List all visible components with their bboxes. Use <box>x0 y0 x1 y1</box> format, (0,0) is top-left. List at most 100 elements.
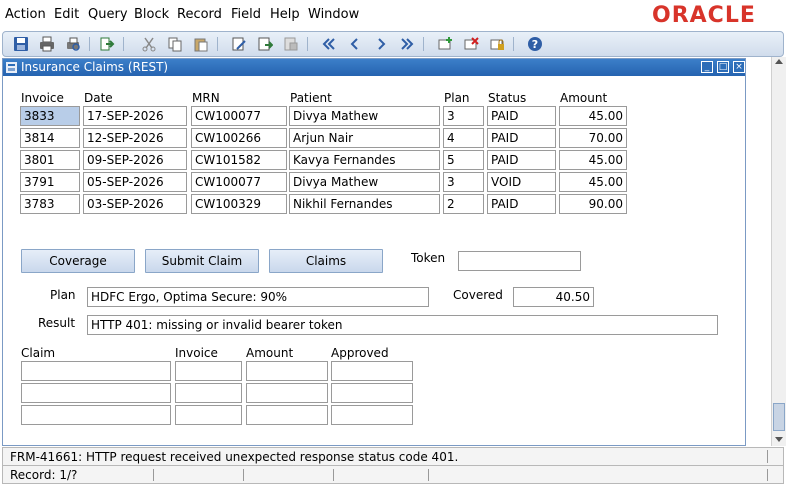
amount-cell[interactable]: 45.00 <box>559 150 627 170</box>
status-cell[interactable]: PAID <box>487 128 556 148</box>
result-field[interactable]: HTTP 401: missing or invalid bearer toke… <box>87 315 718 335</box>
claim-invoice-cell[interactable] <box>175 361 242 381</box>
header-mrn: MRN <box>192 91 220 105</box>
paste-icon[interactable] <box>193 36 209 52</box>
toolbar: ? <box>2 31 784 57</box>
header-claim: Claim <box>21 346 56 360</box>
patient-cell[interactable]: Nikhil Fernandes <box>289 194 440 214</box>
invoice-cell[interactable]: 3801 <box>20 150 80 170</box>
menu-block[interactable]: Block <box>134 7 169 22</box>
invoice-cell[interactable]: 3814 <box>20 128 80 148</box>
scroll-thumb[interactable] <box>773 403 785 431</box>
menu-bar: Action Edit Query Block Record Field Hel… <box>0 0 786 29</box>
minimize-icon[interactable]: _ <box>701 61 713 73</box>
patient-cell[interactable]: Divya Mathew <box>289 172 440 192</box>
token-field[interactable] <box>458 251 581 271</box>
status-cell[interactable]: PAID <box>487 150 556 170</box>
claim-cell[interactable] <box>21 383 171 403</box>
date-cell[interactable]: 17-SEP-2026 <box>83 106 187 126</box>
date-cell[interactable]: 12-SEP-2026 <box>83 128 187 148</box>
invoice-cell[interactable]: 3791 <box>20 172 80 192</box>
submit-claim-button[interactable]: Submit Claim <box>145 249 259 273</box>
lock-record-icon[interactable] <box>489 36 505 52</box>
previous-record-icon[interactable] <box>347 36 363 52</box>
plan-cell[interactable]: 3 <box>443 172 484 192</box>
date-cell[interactable]: 03-SEP-2026 <box>83 194 187 214</box>
menu-action[interactable]: Action <box>5 7 46 22</box>
next-record-icon[interactable] <box>373 36 389 52</box>
plan-cell[interactable]: 2 <box>443 194 484 214</box>
header-invoice: Invoice <box>21 91 64 105</box>
print-icon[interactable] <box>39 36 55 52</box>
maximize-icon[interactable]: □ <box>717 61 729 73</box>
help-icon[interactable]: ? <box>527 36 543 52</box>
mrn-cell[interactable]: CW100077 <box>191 172 287 192</box>
menu-edit[interactable]: Edit <box>54 7 79 22</box>
claims-button[interactable]: Claims <box>269 249 383 273</box>
last-record-icon[interactable] <box>399 36 415 52</box>
scroll-up-icon[interactable] <box>775 59 783 64</box>
close-icon[interactable]: × <box>733 61 745 73</box>
mrn-cell[interactable]: CW100329 <box>191 194 287 214</box>
menu-field[interactable]: Field <box>231 7 261 22</box>
insert-record-icon[interactable] <box>437 36 453 52</box>
scroll-down-icon[interactable] <box>775 437 783 442</box>
print-preview-icon[interactable] <box>65 36 81 52</box>
toolbar-separator <box>89 37 90 51</box>
record-status-bar: Record: 1/? <box>2 465 784 484</box>
status-cell[interactable]: PAID <box>487 194 556 214</box>
claim-cell[interactable] <box>21 361 171 381</box>
exit-icon[interactable] <box>99 36 115 52</box>
mrn-cell[interactable]: CW101582 <box>191 150 287 170</box>
approved-cell[interactable] <box>331 405 413 425</box>
mrn-cell[interactable]: CW100266 <box>191 128 287 148</box>
toolbar-separator <box>217 37 218 51</box>
date-cell[interactable]: 05-SEP-2026 <box>83 172 187 192</box>
patient-cell[interactable]: Divya Mathew <box>289 106 440 126</box>
approved-cell[interactable] <box>331 361 413 381</box>
copy-icon[interactable] <box>167 36 183 52</box>
toolbar-separator <box>423 37 424 51</box>
claim-amount-cell[interactable] <box>246 383 328 403</box>
token-label: Token <box>411 251 446 265</box>
claim-amount-cell[interactable] <box>246 361 328 381</box>
status-divider <box>153 469 154 481</box>
menu-window[interactable]: Window <box>308 7 359 22</box>
menu-query[interactable]: Query <box>88 7 128 22</box>
save-icon[interactable] <box>13 36 29 52</box>
approved-cell[interactable] <box>331 383 413 403</box>
coverage-button[interactable]: Coverage <box>21 249 135 273</box>
cut-icon[interactable] <box>141 36 157 52</box>
edit-icon[interactable] <box>231 36 247 52</box>
date-cell[interactable]: 09-SEP-2026 <box>83 150 187 170</box>
vertical-scrollbar[interactable] <box>771 57 786 446</box>
attachment-icon[interactable] <box>283 36 299 52</box>
amount-cell[interactable]: 70.00 <box>559 128 627 148</box>
plan-cell[interactable]: 5 <box>443 150 484 170</box>
patient-cell[interactable]: Kavya Fernandes <box>289 150 440 170</box>
amount-cell[interactable]: 45.00 <box>559 172 627 192</box>
first-record-icon[interactable] <box>321 36 337 52</box>
status-cell[interactable]: VOID <box>487 172 556 192</box>
delete-record-icon[interactable] <box>463 36 479 52</box>
claim-amount-cell[interactable] <box>246 405 328 425</box>
mrn-cell[interactable]: CW100077 <box>191 106 287 126</box>
invoice-cell[interactable]: 3833 <box>20 106 80 126</box>
plan-cell[interactable]: 3 <box>443 106 484 126</box>
claim-invoice-cell[interactable] <box>175 383 242 403</box>
plan-cell[interactable]: 4 <box>443 128 484 148</box>
message-bar: FRM-41661: HTTP request received unexpec… <box>2 447 784 466</box>
patient-cell[interactable]: Arjun Nair <box>289 128 440 148</box>
amount-cell[interactable]: 90.00 <box>559 194 627 214</box>
claim-cell[interactable] <box>21 405 171 425</box>
covered-field[interactable]: 40.50 <box>513 287 594 307</box>
result-label: Result <box>38 316 76 330</box>
amount-cell[interactable]: 45.00 <box>559 106 627 126</box>
menu-record[interactable]: Record <box>177 7 222 22</box>
claim-invoice-cell[interactable] <box>175 405 242 425</box>
plan-field[interactable]: HDFC Ergo, Optima Secure: 90% <box>87 287 429 307</box>
export-icon[interactable] <box>257 36 274 52</box>
status-cell[interactable]: PAID <box>487 106 556 126</box>
menu-help[interactable]: Help <box>270 7 300 22</box>
invoice-cell[interactable]: 3783 <box>20 194 80 214</box>
